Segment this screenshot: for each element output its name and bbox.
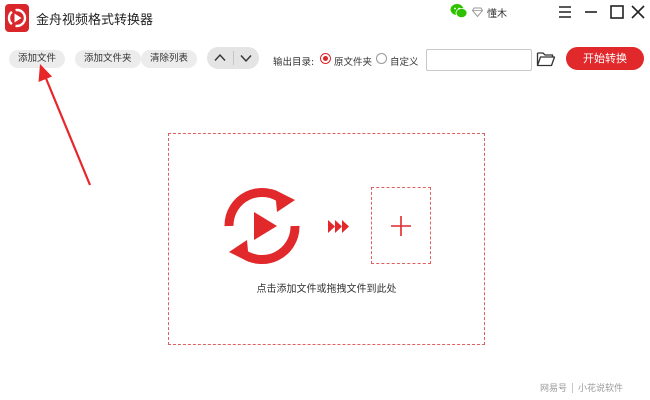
start-convert-button[interactable]: 开始转换	[566, 47, 644, 70]
add-file-button[interactable]: 添加文件	[9, 50, 66, 68]
play-convert-icon	[224, 187, 300, 265]
radio-custom[interactable]	[376, 53, 387, 64]
radio-custom-label[interactable]: 自定义	[390, 54, 419, 68]
add-folder-button[interactable]: 添加文件夹	[75, 50, 141, 68]
plus-icon	[391, 216, 411, 236]
maximize-icon[interactable]	[607, 2, 627, 22]
watermark-divider	[572, 382, 574, 393]
wechat-icon[interactable]	[450, 3, 468, 19]
output-path-input[interactable]	[426, 49, 532, 71]
watermark: 网易号 小花说软件	[540, 381, 623, 394]
close-icon[interactable]	[628, 2, 648, 22]
clear-list-button[interactable]: 清除列表	[141, 50, 198, 68]
triple-arrow-icon	[328, 220, 349, 233]
chevron-down-icon[interactable]	[233, 47, 259, 69]
watermark-author: 小花说软件	[578, 384, 624, 394]
user-name: 懂木	[487, 8, 507, 20]
title-bar: 金舟视频格式转换器 懂木	[0, 0, 650, 36]
move-order-control	[207, 47, 259, 69]
toolbar: 添加文件 添加文件夹 清除列表 输出目录: 原文件夹 自定义 开始转换	[0, 36, 650, 80]
menu-icon[interactable]	[555, 2, 575, 22]
output-dir-label: 输出目录:	[273, 57, 315, 68]
radio-original-folder-label[interactable]: 原文件夹	[334, 54, 372, 68]
drop-hint-text: 点击添加文件或拖拽文件到此处	[256, 284, 397, 295]
add-file-box[interactable]	[371, 187, 431, 264]
file-drop-zone[interactable]	[168, 133, 485, 345]
vip-diamond-icon	[472, 7, 483, 17]
app-logo-icon	[5, 4, 29, 32]
minimize-icon[interactable]	[581, 2, 601, 22]
chevron-up-icon[interactable]	[207, 47, 233, 69]
app-title: 金舟视频格式转换器	[36, 13, 154, 28]
watermark-source: 网易号	[540, 384, 568, 394]
user-account[interactable]: 懂木	[472, 4, 507, 20]
folder-icon[interactable]	[536, 50, 556, 68]
radio-original-folder[interactable]	[320, 53, 331, 64]
